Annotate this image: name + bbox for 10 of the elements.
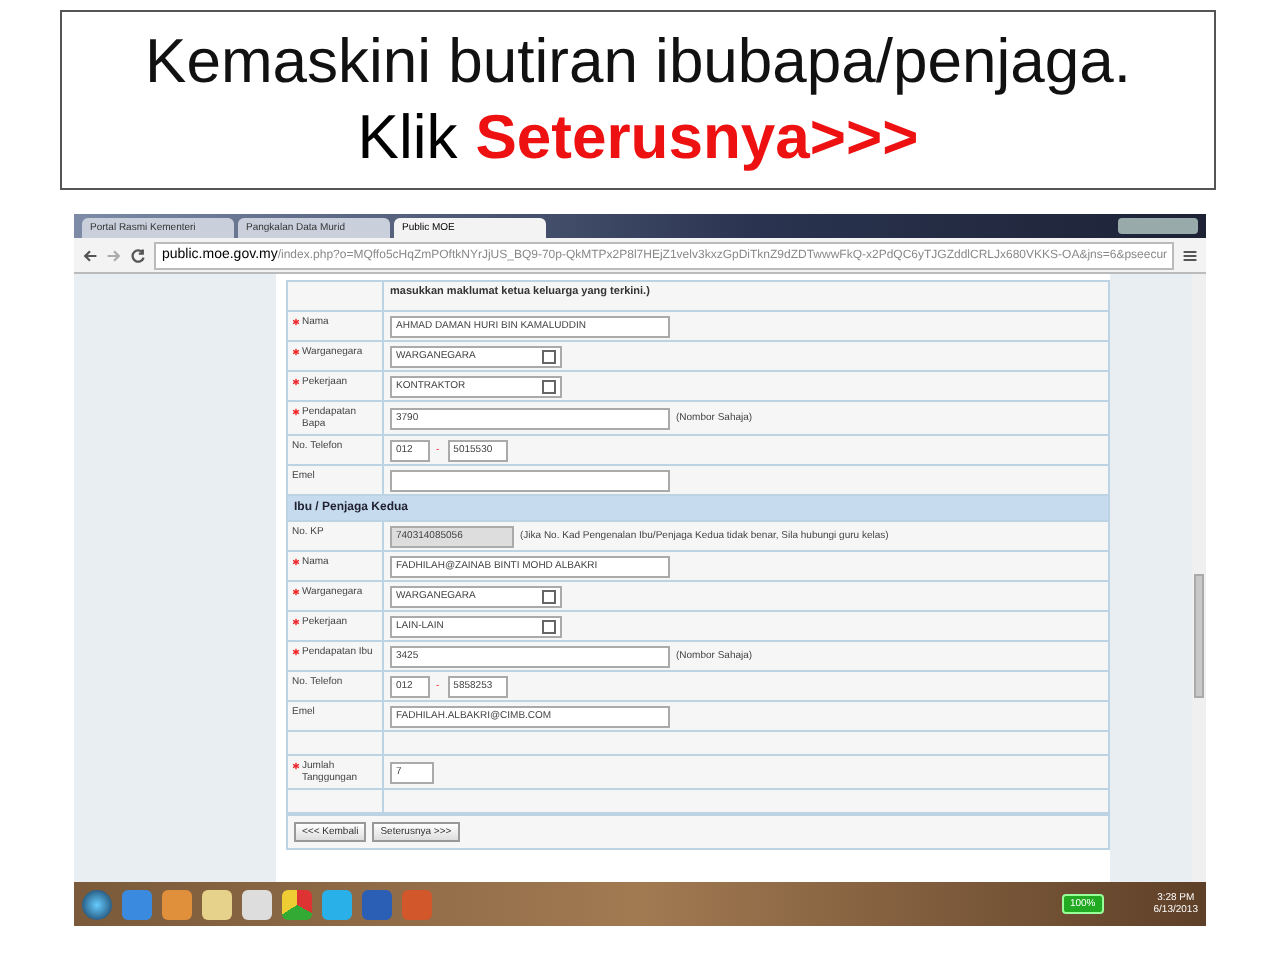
text-field[interactable] — [390, 469, 670, 491]
start-button[interactable] — [82, 889, 112, 919]
highlighted-text: Seterusnya>>> — [475, 102, 919, 174]
reload-icon[interactable] — [130, 247, 146, 263]
back-icon[interactable] — [82, 247, 98, 263]
slide-title: Kemaskini butiran ibubapa/penjaga. — [145, 26, 1131, 98]
scrollbar-thumb[interactable] — [1194, 574, 1204, 698]
forward-icon[interactable] — [106, 247, 122, 263]
menu-icon[interactable] — [1182, 247, 1198, 263]
instruction-text: Klik — [357, 102, 458, 174]
